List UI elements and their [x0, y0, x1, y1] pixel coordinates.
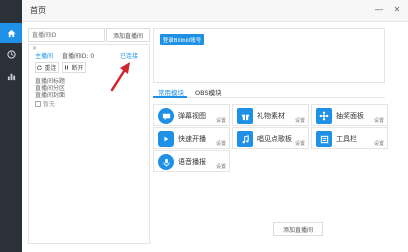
add-room-bottom-button[interactable]: 添加直播间 — [273, 222, 323, 236]
tool-song-board[interactable]: 唱见点歌板 设置 — [232, 127, 309, 149]
tool-danmaku-view[interactable]: 弹幕视图 设置 — [153, 104, 230, 126]
tool-label: 快速开播 — [178, 135, 206, 143]
cover-alt-text: 暂无 — [43, 101, 56, 108]
tool-label: 语音播报 — [178, 158, 206, 166]
tool-settings-link[interactable]: 设置 — [295, 117, 305, 124]
microphone-icon — [158, 154, 174, 170]
tool-label: 抽奖面板 — [336, 112, 364, 120]
login-bilibili-button[interactable]: 登录Bilibili账号 — [160, 34, 204, 45]
room-id-label: 直播间ID: 0 — [62, 53, 95, 60]
tool-settings-link[interactable]: 设置 — [374, 117, 384, 124]
nav-stats-button[interactable] — [0, 66, 22, 86]
home-icon — [6, 29, 16, 37]
play-icon — [158, 131, 174, 147]
lottery-icon — [316, 108, 332, 124]
tool-voice-broadcast[interactable]: 语音播报 设置 — [153, 150, 230, 172]
page-title: 首页 — [30, 6, 46, 15]
tab-divider — [153, 97, 385, 98]
tool-quick-live[interactable]: 快速开播 设置 — [153, 127, 230, 149]
music-icon — [237, 131, 253, 147]
bar-chart-icon — [7, 73, 15, 80]
reconnect-label: 重连 — [44, 65, 57, 72]
tool-settings-link[interactable]: 设置 — [374, 140, 384, 147]
close-button[interactable]: ✕ — [390, 3, 404, 17]
tool-settings-link[interactable]: 设置 — [295, 140, 305, 147]
tool-settings-link[interactable]: 设置 — [216, 117, 226, 124]
annotation-arrow-icon — [110, 62, 130, 92]
room-id-input[interactable] — [28, 28, 105, 42]
room-cover-label: 直播间封面 — [35, 92, 66, 99]
broken-image-icon — [35, 100, 41, 107]
left-nav — [0, 0, 22, 252]
refresh-icon — [37, 65, 43, 70]
minimize-button[interactable]: — — [372, 3, 386, 17]
tool-label: 弹幕视图 — [178, 112, 206, 120]
nav-home-button[interactable] — [0, 23, 22, 43]
clock-icon — [6, 49, 16, 59]
tool-label: 工具栏 — [336, 135, 357, 143]
tool-lottery-panel[interactable]: 抽奖面板 设置 — [311, 104, 388, 126]
anchor-link[interactable]: 主播间 — [35, 51, 53, 60]
tool-settings-link[interactable]: 设置 — [216, 163, 226, 170]
tool-gift-material[interactable]: 礼物素材 设置 — [232, 104, 309, 126]
room-cover-image: 暂无 — [35, 99, 55, 108]
nav-history-button[interactable] — [0, 44, 22, 64]
account-panel: 登录Bilibili账号 — [153, 28, 385, 83]
pause-icon — [65, 65, 69, 70]
tab-obs-modules[interactable]: OBS模块 — [195, 87, 222, 97]
toolbar-icon — [316, 131, 332, 147]
gift-icon — [237, 108, 253, 124]
connection-status: 已连接 — [120, 53, 139, 60]
chat-icon — [158, 108, 174, 124]
tool-settings-link[interactable]: 设置 — [216, 140, 226, 147]
disconnect-button[interactable]: 断开 — [62, 62, 86, 73]
reconnect-button[interactable]: 重连 — [35, 62, 59, 73]
disconnect-label: 断开 — [71, 65, 84, 72]
add-room-button[interactable]: 添加直播间 — [106, 28, 150, 42]
tool-label: 唱见点歌板 — [257, 135, 292, 143]
title-bar: 首页 — ✕ — [22, 0, 408, 22]
tool-label: 礼物素材 — [257, 112, 285, 120]
active-tab-indicator — [153, 96, 187, 98]
tool-toolbar[interactable]: 工具栏 设置 — [311, 127, 388, 149]
